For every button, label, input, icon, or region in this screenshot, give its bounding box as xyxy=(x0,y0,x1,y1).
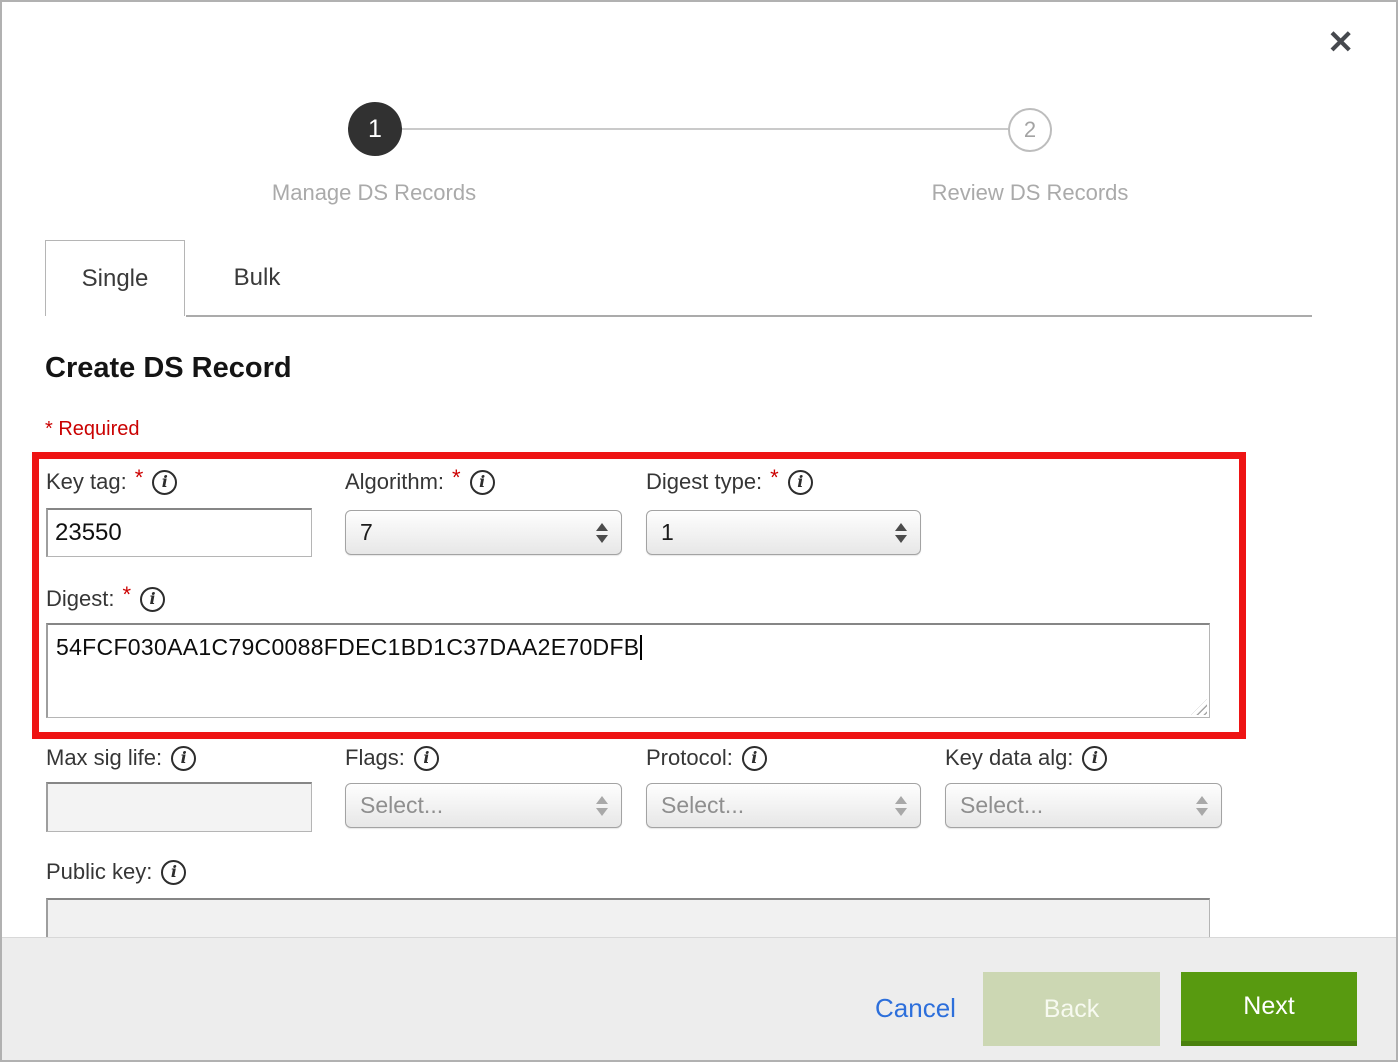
select-arrows-icon xyxy=(895,796,907,816)
tab-divider-line xyxy=(186,315,1312,317)
info-icon[interactable]: i xyxy=(152,470,177,495)
max-sig-life-label: Max sig life: xyxy=(46,745,162,771)
digest-label: Digest: xyxy=(46,586,114,612)
info-icon-glyph: i xyxy=(150,591,156,607)
required-note: * Required xyxy=(45,418,140,441)
cancel-button[interactable]: Cancel xyxy=(875,972,956,1045)
algorithm-label: Algorithm: xyxy=(345,469,444,495)
page-title: Create DS Record xyxy=(45,352,292,385)
required-star: * xyxy=(122,582,131,608)
flags-label-row: Flags: i xyxy=(345,745,439,771)
key-tag-input[interactable] xyxy=(46,508,312,557)
info-icon-glyph: i xyxy=(171,864,177,880)
key-data-alg-select[interactable]: Select... xyxy=(945,783,1222,828)
digest-type-label-row: Digest type: * i xyxy=(646,469,813,495)
info-icon-glyph: i xyxy=(423,750,429,766)
select-arrows-icon xyxy=(895,523,907,543)
step-2-circle: 2 xyxy=(1008,108,1052,152)
text-caret xyxy=(640,635,642,660)
digest-textarea[interactable]: 54FCF030AA1C79C0088FDEC1BD1C37DAA2E70DFB xyxy=(46,623,1210,718)
next-button[interactable]: Next xyxy=(1181,972,1357,1046)
required-star: * xyxy=(770,465,779,491)
algorithm-label-row: Algorithm: * i xyxy=(345,469,495,495)
algorithm-select-value: 7 xyxy=(360,519,581,546)
key-data-alg-label: Key data alg: xyxy=(945,745,1073,771)
step-2-label: Review DS Records xyxy=(870,180,1190,206)
back-button[interactable]: Back xyxy=(983,972,1160,1046)
info-icon-glyph: i xyxy=(797,474,803,490)
protocol-select-value: Select... xyxy=(661,792,880,819)
info-icon[interactable]: i xyxy=(140,587,165,612)
digest-value: 54FCF030AA1C79C0088FDEC1BD1C37DAA2E70DFB xyxy=(56,634,639,660)
digest-type-select[interactable]: 1 xyxy=(646,510,921,555)
step-1-label: Manage DS Records xyxy=(214,180,534,206)
info-icon-glyph: i xyxy=(162,474,168,490)
info-icon-glyph: i xyxy=(181,750,187,766)
select-arrows-icon xyxy=(1196,796,1208,816)
flags-select-value: Select... xyxy=(360,792,581,819)
info-icon-glyph: i xyxy=(1092,750,1098,766)
protocol-select[interactable]: Select... xyxy=(646,783,921,828)
info-icon[interactable]: i xyxy=(742,746,767,771)
create-ds-record-modal: ✕ 1 2 Manage DS Records Review DS Record… xyxy=(0,0,1398,1062)
info-icon[interactable]: i xyxy=(161,860,186,885)
close-icon[interactable]: ✕ xyxy=(1327,26,1354,58)
stepper-connector-line xyxy=(402,128,1008,130)
resize-handle-icon[interactable] xyxy=(1191,699,1207,715)
step-1-circle: 1 xyxy=(348,102,402,156)
digest-label-row: Digest: * i xyxy=(46,586,165,612)
key-data-alg-label-row: Key data alg: i xyxy=(945,745,1107,771)
protocol-label-row: Protocol: i xyxy=(646,745,767,771)
info-icon[interactable]: i xyxy=(788,470,813,495)
info-icon-glyph: i xyxy=(751,750,757,766)
digest-type-label: Digest type: xyxy=(646,469,762,495)
info-icon[interactable]: i xyxy=(414,746,439,771)
max-sig-life-input[interactable] xyxy=(46,782,312,832)
flags-label: Flags: xyxy=(345,745,405,771)
info-icon-glyph: i xyxy=(479,474,485,490)
key-data-alg-select-value: Select... xyxy=(960,792,1181,819)
flags-select[interactable]: Select... xyxy=(345,783,622,828)
select-arrows-icon xyxy=(596,523,608,543)
public-key-label-row: Public key: i xyxy=(46,859,186,885)
public-key-label: Public key: xyxy=(46,859,152,885)
info-icon[interactable]: i xyxy=(470,470,495,495)
key-tag-label: Key tag: xyxy=(46,469,127,495)
key-tag-label-row: Key tag: * i xyxy=(46,469,177,495)
info-icon[interactable]: i xyxy=(171,746,196,771)
protocol-label: Protocol: xyxy=(646,745,733,771)
tab-bulk[interactable]: Bulk xyxy=(186,240,328,316)
max-sig-life-label-row: Max sig life: i xyxy=(46,745,196,771)
select-arrows-icon xyxy=(596,796,608,816)
digest-type-select-value: 1 xyxy=(661,519,880,546)
required-star: * xyxy=(452,465,461,491)
algorithm-select[interactable]: 7 xyxy=(345,510,622,555)
modal-footer: Cancel Back Next xyxy=(2,937,1396,1060)
info-icon[interactable]: i xyxy=(1082,746,1107,771)
required-star: * xyxy=(135,465,144,491)
tab-single[interactable]: Single xyxy=(45,240,185,316)
